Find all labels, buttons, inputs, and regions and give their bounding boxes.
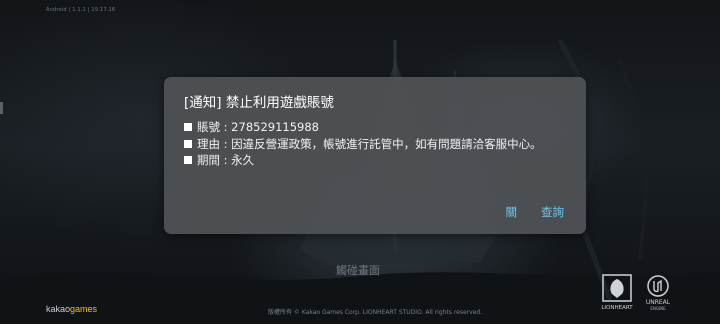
account-id-line: 賬號 : 278529115988	[184, 119, 564, 136]
square-bullet-icon	[184, 156, 192, 164]
tap-to-start-label[interactable]: 觸碰畫面	[336, 262, 380, 278]
unreal-engine-logo: UNREAL ENGINE	[646, 275, 671, 311]
kakaogames-logo: kakaogames	[46, 304, 97, 314]
ban-period-line: 期間 : 永久	[184, 152, 564, 169]
app-version-label: Android | 1.1.1 | 19.17.16	[46, 7, 116, 13]
account-id-text: 賬號 : 278529115988	[197, 120, 319, 134]
ban-reason-text: 理由 : 因違反營運政策，帳號進行託管中，如有問題請洽客服中心。	[197, 136, 542, 151]
ban-period-text: 期間 : 永久	[197, 153, 255, 167]
copyright-notice: 版權所有 © Kakao Games Corp. LIONHEART STUDI…	[268, 309, 483, 316]
dialog-body: 賬號 : 278529115988 理由 : 因違反營運政策，帳號進行託管中，如…	[184, 119, 564, 169]
lionheart-logo-text: LIONHEART	[601, 305, 633, 311]
dialog-title: [通知] 禁止利用遊戲賬號	[184, 95, 334, 111]
side-edge-handle	[0, 102, 3, 114]
square-bullet-icon	[184, 123, 192, 131]
close-button[interactable]: 關	[506, 204, 518, 220]
lionheart-studio-logo: LIONHEART	[601, 274, 633, 311]
unreal-logo-subtext: ENGINE	[650, 306, 666, 311]
unreal-logo-text: UNREAL	[646, 299, 671, 306]
account-ban-notice-dialog: [通知] 禁止利用遊戲賬號 賬號 : 278529115988 理由 : 因違反…	[164, 77, 586, 234]
square-bullet-icon	[184, 139, 192, 148]
kakaogames-logo-part2: games	[70, 304, 98, 314]
game-title-screen[interactable]: Android | 1.1.1 | 19.17.16 觸碰畫面 kakaogam…	[0, 0, 720, 324]
dialog-button-row: 關 查詢	[506, 204, 565, 220]
inquiry-button[interactable]: 查詢	[541, 204, 564, 220]
ban-reason-line: 理由 : 因違反營運政策，帳號進行託管中，如有問題請洽客服中心。	[184, 136, 564, 153]
kakaogames-logo-part1: kakao	[46, 304, 71, 314]
